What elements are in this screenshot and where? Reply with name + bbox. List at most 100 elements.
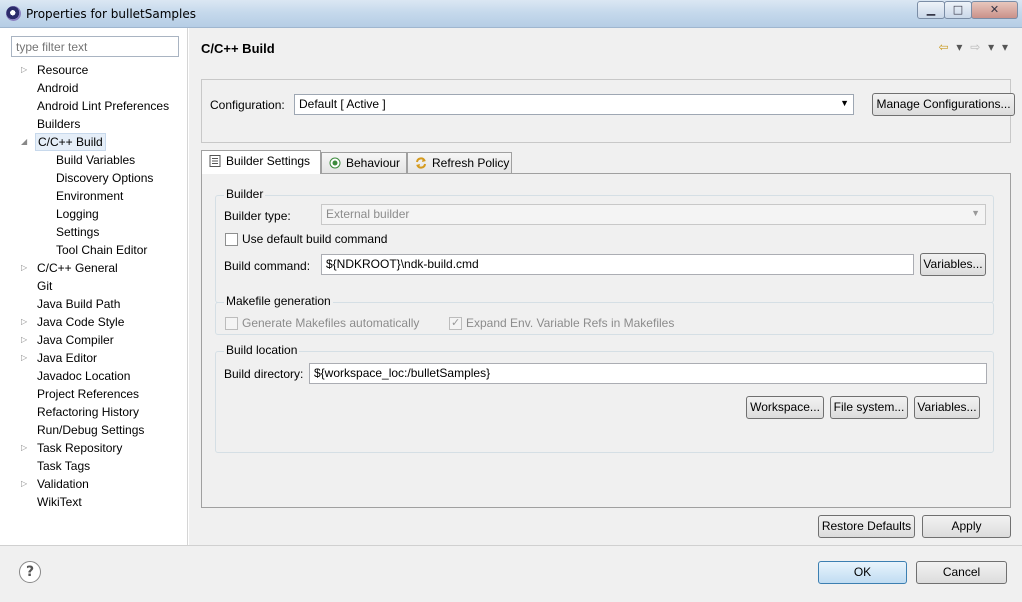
location-variables-button[interactable]: Variables... [914,396,980,419]
sidebar-item[interactable]: Logging [3,205,188,223]
generate-makefiles-checkbox[interactable] [225,317,238,330]
tab-builder-settings[interactable]: Builder Settings [201,150,321,174]
tab-label: Refresh Policy [432,156,510,170]
builder-group: Builder Builder type: External builder ▼… [215,187,994,303]
build-directory-label: Build directory: [224,367,304,381]
forward-arrow-icon[interactable]: ⇨ [970,40,980,54]
collapsed-arrow-icon[interactable]: ▷ [21,313,31,331]
sidebar-item-label: C/C++ General [37,261,118,275]
sidebar-item[interactable]: ▷ Validation [3,475,188,493]
apply-button[interactable]: Apply [922,515,1011,538]
collapsed-arrow-icon[interactable]: ▷ [21,259,31,277]
sidebar-item-label: Project References [37,387,140,401]
file-system-button[interactable]: File system... [830,396,908,419]
sidebar-item[interactable]: Javadoc Location [3,367,188,385]
preferences-sidebar: ▷ Resource Android Android Lint Preferences… [3,28,188,545]
sidebar-item[interactable]: ▷ C/C++ General [3,259,188,277]
sidebar-item[interactable]: Project References [3,385,188,403]
configuration-value: Default [ Active ] [299,97,386,111]
sidebar-item[interactable]: Run/Debug Settings [3,421,188,439]
sidebar-item[interactable]: Java Build Path [3,295,188,313]
sidebar-item[interactable]: ▷ Java Editor [3,349,188,367]
workspace-button[interactable]: Workspace... [746,396,824,419]
configuration-label: Configuration: [210,98,285,112]
navigation-icons: ⇦ ▾ ⇨ ▾ ▾ [934,40,1008,54]
close-button[interactable]: ✕ [971,1,1018,19]
collapsed-arrow-icon[interactable]: ▷ [21,439,31,457]
help-icon[interactable]: ? [19,561,41,583]
sidebar-item[interactable]: Discovery Options [3,169,188,187]
sidebar-item[interactable]: Build Variables [3,151,188,169]
sidebar-item[interactable]: Git [3,277,188,295]
tab-behaviour[interactable]: Behaviour [321,152,407,173]
page-header: C/C++ Build ⇦ ▾ ⇨ ▾ ▾ [189,28,1022,70]
checkmark-icon: ✓ [451,316,461,329]
expand-env-refs-checkbox[interactable]: ✓ [449,316,462,330]
sidebar-item[interactable]: Refactoring History [3,403,188,421]
sidebar-item[interactable]: Settings [3,223,188,241]
collapsed-arrow-icon[interactable]: ▷ [21,475,31,493]
sidebar-item-label: Javadoc Location [37,369,131,383]
sidebar-item-label: Refactoring History [37,405,140,419]
sidebar-item[interactable]: Task Tags [3,457,188,475]
collapsed-arrow-icon[interactable]: ▷ [21,331,31,349]
chevron-down-icon: ▼ [971,208,980,218]
makefile-group-title: Makefile generation [224,294,333,308]
forward-menu-icon[interactable]: ▾ [988,40,994,54]
sidebar-item-label: Java Compiler [37,333,114,347]
sidebar-item-label: Environment [56,189,124,203]
builder-type-label: Builder type: [224,209,291,223]
window-title: Properties for bulletSamples [26,7,196,21]
sidebar-item-label: Settings [56,225,100,239]
sidebar-item[interactable]: Android [3,79,188,97]
sidebar-item-label: Resource [37,63,89,77]
sidebar-item[interactable]: ▷ Task Repository [3,439,188,457]
sidebar-item-label: Android [37,81,79,95]
use-default-build-command-label: Use default build command [242,232,388,246]
expanded-arrow-icon[interactable]: ◢ [21,133,31,151]
builder-variables-button[interactable]: Variables... [920,253,986,276]
builder-group-title: Builder [224,187,266,201]
dialog-button-bar: ? OK Cancel [0,545,1022,602]
builder-type-value: External builder [326,207,410,221]
sidebar-item[interactable]: ▷ Java Compiler [3,331,188,349]
sidebar-item-label: Java Editor [37,351,98,365]
radio-icon [329,157,341,169]
dialog-body: ▷ Resource Android Android Lint Preferences… [0,28,1022,602]
filter-input[interactable] [11,36,179,57]
maximize-button[interactable]: □ [944,1,972,19]
sidebar-item[interactable]: Android Lint Preferences [3,97,188,115]
configuration-select[interactable]: Default [ Active ] ▼ [294,94,854,115]
view-menu-icon[interactable]: ▾ [1002,40,1008,54]
list-icon [209,155,221,167]
restore-defaults-button[interactable]: Restore Defaults [818,515,915,538]
collapsed-arrow-icon[interactable]: ▷ [21,61,31,79]
sidebar-item[interactable]: ◢ C/C++ Build [3,133,188,151]
sidebar-item-label: Build Variables [56,153,136,167]
sidebar-item-label: Builders [37,117,81,131]
back-arrow-icon[interactable]: ⇦ [938,40,948,54]
ok-button[interactable]: OK [818,561,907,584]
build-directory-input[interactable]: ${workspace_loc:/bulletSamples} [309,363,987,384]
sidebar-item[interactable]: Tool Chain Editor [3,241,188,259]
sidebar-item[interactable]: Builders [3,115,188,133]
use-default-build-command-checkbox[interactable] [225,233,238,246]
cancel-button[interactable]: Cancel [916,561,1007,584]
manage-configurations-button[interactable]: Manage Configurations... [872,93,1015,116]
collapsed-arrow-icon[interactable]: ▷ [21,349,31,367]
builder-type-select[interactable]: External builder ▼ [321,204,986,225]
sidebar-item[interactable]: WikiText [3,493,188,511]
sidebar-item-label: Discovery Options [56,171,154,185]
sidebar-item[interactable]: ▷ Java Code Style [3,313,188,331]
sidebar-item[interactable]: ▷ Resource [3,61,188,79]
tab-refresh-policy[interactable]: Refresh Policy [407,152,512,173]
builder-settings-panel: Builder Builder type: External builder ▼… [201,173,1011,508]
sidebar-item-label: Java Build Path [37,297,121,311]
sidebar-item-label: Run/Debug Settings [37,423,145,437]
back-menu-icon[interactable]: ▾ [956,40,962,54]
sidebar-item[interactable]: Environment [3,187,188,205]
sidebar-item-label: Java Code Style [37,315,125,329]
refresh-icon [416,157,426,169]
minimize-button[interactable]: ▁ [917,1,945,19]
build-command-input[interactable]: ${NDKROOT}\ndk-build.cmd [321,254,914,275]
